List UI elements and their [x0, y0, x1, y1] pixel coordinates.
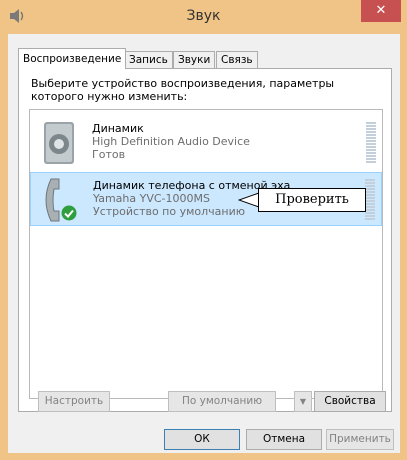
- level-meter: [365, 179, 375, 221]
- ok-button[interactable]: ОК: [164, 429, 240, 450]
- device-detail: Yamaha YVC-1000MS: [93, 192, 210, 205]
- cancel-button[interactable]: Отмена: [246, 429, 322, 450]
- window-title: Звук: [186, 8, 221, 24]
- apply-button[interactable]: Применить: [326, 429, 394, 450]
- checkmark-icon: [61, 205, 77, 221]
- callout-pointer: [238, 192, 260, 208]
- configure-button[interactable]: Настроить: [38, 391, 110, 412]
- instruction-text: Выберите устройство воспроизведения, пар…: [31, 77, 335, 103]
- close-button[interactable]: ✕: [361, 0, 401, 22]
- properties-button[interactable]: Свойства: [314, 391, 386, 412]
- level-meter: [366, 122, 376, 164]
- tab-sounds[interactable]: Звуки: [173, 51, 216, 68]
- tab-playback[interactable]: Воспроизведение: [18, 48, 127, 69]
- device-item-speaker[interactable]: Динамик High Definition Audio Device Гот…: [30, 116, 382, 170]
- device-detail: High Definition Audio Device: [92, 135, 250, 148]
- playback-panel: Выберите устройство воспроизведения, пар…: [18, 68, 392, 412]
- set-default-dropdown[interactable]: ▼: [294, 391, 312, 412]
- device-status: Устройство по умолчанию: [93, 205, 246, 218]
- title-bar: Звук ✕: [0, 0, 407, 34]
- device-list[interactable]: Динамик High Definition Audio Device Гот…: [29, 109, 383, 399]
- device-status: Готов: [92, 148, 126, 161]
- tab-communications[interactable]: Связь: [216, 51, 258, 68]
- device-name: Динамик: [92, 122, 144, 135]
- speaker-icon: [44, 122, 74, 164]
- dialog-client: Воспроизведение Запись Звуки Связь Выбер…: [8, 34, 400, 453]
- test-callout[interactable]: Проверить: [258, 188, 366, 212]
- chevron-down-icon: ▼: [299, 397, 307, 406]
- set-default-button[interactable]: По умолчанию: [168, 391, 276, 412]
- tab-recording[interactable]: Запись: [124, 51, 173, 68]
